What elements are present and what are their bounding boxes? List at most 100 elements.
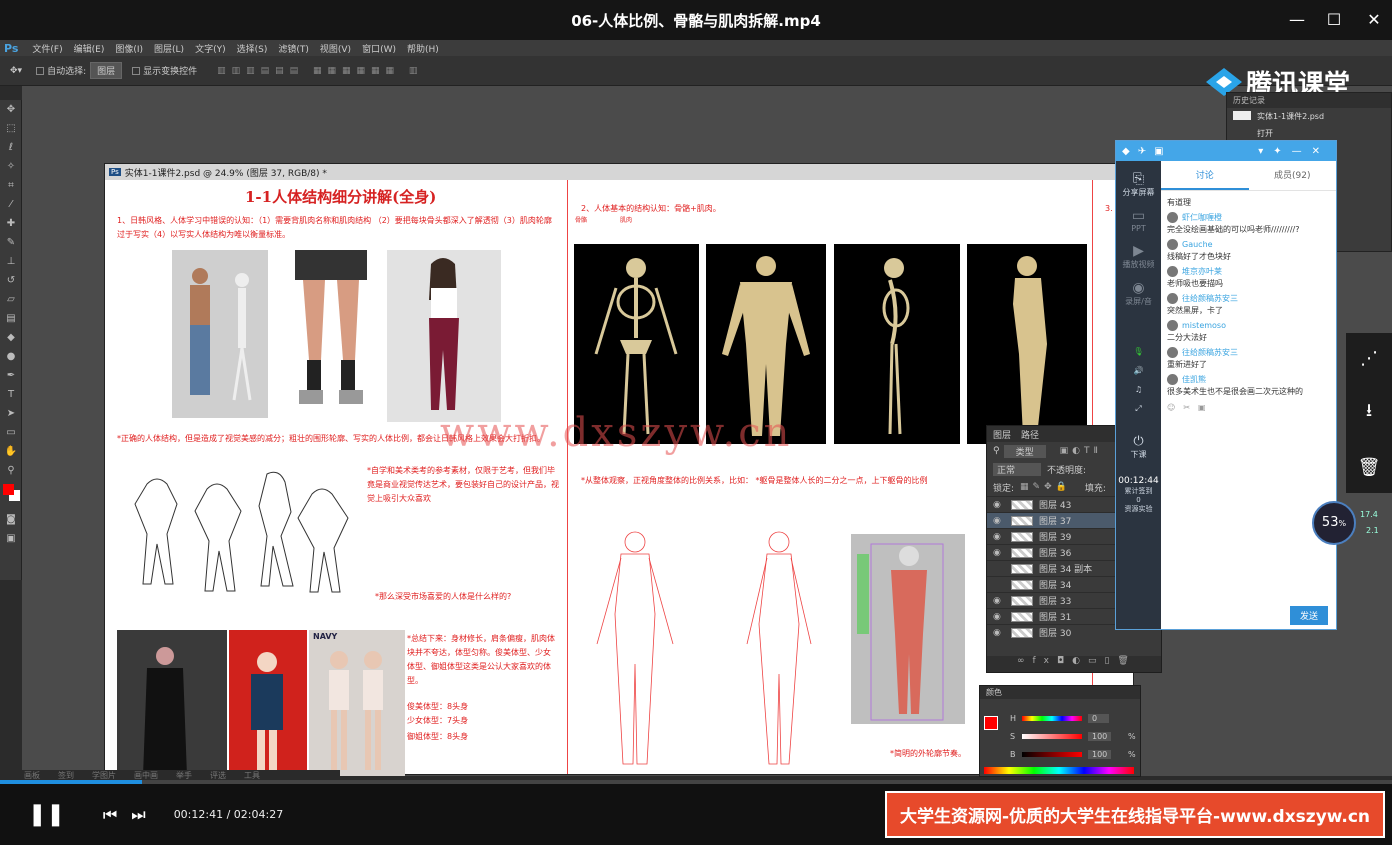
chat-text: 老师吸也要描吗 — [1167, 279, 1223, 288]
site-banner[interactable]: 大学生资源网-优质的大学生在线指导平台-www.dxszyw.cn — [885, 791, 1385, 838]
chat-window-controls[interactable]: ▾✦—✕ — [1258, 146, 1330, 157]
blur-icon[interactable]: ◆ — [0, 328, 22, 347]
chat-username[interactable]: Gauche — [1182, 240, 1213, 249]
auto-select-dropdown[interactable]: 图层 — [90, 62, 123, 79]
tab-layers[interactable]: 图层 — [993, 428, 1011, 441]
eye-icon[interactable]: ◉ — [993, 516, 1005, 526]
chat-username[interactable]: mistemoso — [1182, 321, 1226, 330]
chat-tool-icons[interactable]: ☺✂▣ — [1161, 399, 1336, 416]
music-icon[interactable]: ♫ — [1116, 385, 1161, 394]
crop-icon[interactable]: ⌗ — [0, 176, 22, 195]
layer-actions-icons[interactable]: ∞fx◘◐▭▯🗑 — [987, 656, 1161, 672]
send-button[interactable]: 发送 — [1289, 606, 1328, 625]
menu-type[interactable]: 文字(Y) — [195, 42, 226, 55]
quickmask-icon[interactable]: ◙ — [0, 510, 22, 529]
eyedropper-icon[interactable]: ⁄ — [0, 195, 22, 214]
stamp-icon[interactable]: ⊥ — [0, 252, 22, 271]
magic-wand-icon[interactable]: ✧ — [0, 157, 22, 176]
share-icon[interactable]: ⋰ — [1360, 348, 1378, 369]
move-tool-icon[interactable]: ✥▾ — [10, 66, 22, 76]
hue-slider[interactable] — [1022, 716, 1082, 721]
shape-icon[interactable]: ▭ — [0, 423, 22, 442]
minimize-icon[interactable]: — — [1285, 8, 1309, 32]
next-icon[interactable]: ⏭ — [131, 805, 145, 825]
close-icon[interactable]: ✕ — [1362, 8, 1386, 32]
hue-value[interactable]: 0 — [1088, 714, 1110, 723]
saturation-value[interactable]: 100 — [1088, 732, 1112, 741]
ppt-button[interactable]: ▭ PPT — [1116, 208, 1161, 233]
tab-discuss[interactable]: 讨论 — [1161, 161, 1249, 190]
volume-icon[interactable]: 🔊 — [1116, 366, 1161, 375]
hand-icon[interactable]: ✋ — [0, 442, 22, 461]
color-spectrum[interactable] — [984, 767, 1134, 774]
male-model-illustration — [143, 647, 187, 776]
gradient-icon[interactable]: ▤ — [0, 309, 22, 328]
lock-icons[interactable]: ▦✎✥🔒 — [1020, 482, 1071, 492]
end-class-button[interactable]: ⏻ 下课 — [1116, 434, 1161, 460]
lasso-icon[interactable]: ℓ — [0, 138, 22, 157]
chat-username[interactable]: 虾仁咖喱橙 — [1182, 212, 1222, 223]
chat-username[interactable]: 往给颜稿苏安三 — [1182, 347, 1238, 358]
tab-members[interactable]: 成员(92) — [1249, 161, 1337, 190]
saturation-slider[interactable] — [1022, 734, 1082, 739]
menu-filter[interactable]: 滤镜(T) — [278, 42, 309, 55]
align-icons[interactable]: ▥▥▥▤▤▤ ▦▦▦▦▦▦ ▥ — [217, 66, 423, 76]
marquee-icon[interactable]: ⬚ — [0, 119, 22, 138]
history-brush-icon[interactable]: ↺ — [0, 271, 22, 290]
maximize-icon[interactable]: ☐ — [1322, 8, 1346, 32]
download-icon[interactable]: ⭳ — [1366, 398, 1372, 428]
brightness-slider[interactable] — [1022, 752, 1082, 757]
player-titlebar[interactable]: 06-人体比例、骨骼与肌肉拆解.mp4 — ☐ ✕ — [0, 0, 1392, 40]
menu-edit[interactable]: 编辑(E) — [74, 42, 105, 55]
menu-window[interactable]: 窗口(W) — [362, 42, 396, 55]
blend-mode-dropdown[interactable]: 正常 — [993, 462, 1042, 476]
menu-help[interactable]: 帮助(H) — [407, 42, 439, 55]
record-button[interactable]: ◉ 录屏/音 — [1116, 280, 1161, 307]
document-tab[interactable]: Ps 实体1-1课件2.psd @ 24.9% (图层 37, RGB/8) * — [105, 164, 1133, 180]
pen-icon[interactable]: ✒ — [0, 366, 22, 385]
foreground-color-swatch[interactable] — [3, 484, 14, 495]
eye-icon[interactable]: ◉ — [993, 548, 1005, 558]
document-window[interactable]: Ps 实体1-1课件2.psd @ 24.9% (图层 37, RGB/8) *… — [104, 163, 1134, 776]
eye-icon[interactable]: ◉ — [993, 500, 1005, 510]
auto-select-checkbox[interactable] — [36, 66, 45, 75]
dodge-icon[interactable]: ● — [0, 347, 22, 366]
eye-icon[interactable]: ◉ — [993, 612, 1005, 622]
menu-file[interactable]: 文件(F) — [32, 42, 62, 55]
path-select-icon[interactable]: ➤ — [0, 404, 22, 423]
eye-icon[interactable]: ◉ — [993, 596, 1005, 606]
chat-header[interactable]: ◆✈▣ ▾✦—✕ — [1116, 141, 1336, 161]
mic-icon[interactable]: 🎙 — [1116, 347, 1161, 356]
color-fg-swatch[interactable] — [984, 716, 998, 730]
move-icon[interactable]: ✥ — [0, 100, 22, 119]
menu-view[interactable]: 视图(V) — [320, 42, 351, 55]
screen-mode-icon[interactable]: ▣ — [0, 529, 22, 548]
chat-username[interactable]: 佳凯熊 — [1182, 374, 1206, 385]
menu-select[interactable]: 选择(S) — [237, 42, 268, 55]
type-icon[interactable]: T — [0, 385, 22, 404]
menu-layer[interactable]: 图层(L) — [154, 42, 184, 55]
eye-icon[interactable]: ◉ — [993, 628, 1005, 638]
brightness-value[interactable]: 100 — [1088, 750, 1112, 759]
brush-icon[interactable]: ✎ — [0, 233, 22, 252]
tab-paths[interactable]: 路径 — [1021, 428, 1039, 441]
filter-icons[interactable]: ▣◐TⅡ — [1060, 446, 1102, 456]
eraser-icon[interactable]: ▱ — [0, 290, 22, 309]
menu-image[interactable]: 图像(I) — [115, 42, 143, 55]
chat-header-icons[interactable]: ◆✈▣ — [1122, 146, 1172, 157]
fullscreen-icon[interactable]: ⤢ — [1116, 404, 1161, 414]
eye-icon[interactable]: ◉ — [993, 532, 1005, 542]
history-item-doc[interactable]: 实体1-1课件2.psd — [1227, 108, 1391, 125]
layer-kind-dropdown[interactable]: 类型 — [1003, 444, 1046, 458]
chat-username[interactable]: 往给颜稿苏安三 — [1182, 293, 1238, 304]
show-transform-checkbox[interactable] — [132, 66, 141, 75]
network-speed-badge[interactable]: 53% — [1312, 501, 1356, 545]
share-screen-button[interactable]: ⎘ 分享屏幕 — [1116, 171, 1161, 198]
play-video-button[interactable]: ▶ 播放视频 — [1116, 243, 1161, 270]
healing-icon[interactable]: ✚ — [0, 214, 22, 233]
previous-icon[interactable]: ⏮ — [103, 805, 117, 825]
zoom-icon[interactable]: ⚲ — [0, 461, 22, 480]
chat-username[interactable]: 堆京亦叶莱 — [1182, 266, 1222, 277]
pause-icon[interactable]: ❚❚ — [28, 802, 65, 827]
delete-icon[interactable]: 🗑 — [1358, 457, 1381, 478]
